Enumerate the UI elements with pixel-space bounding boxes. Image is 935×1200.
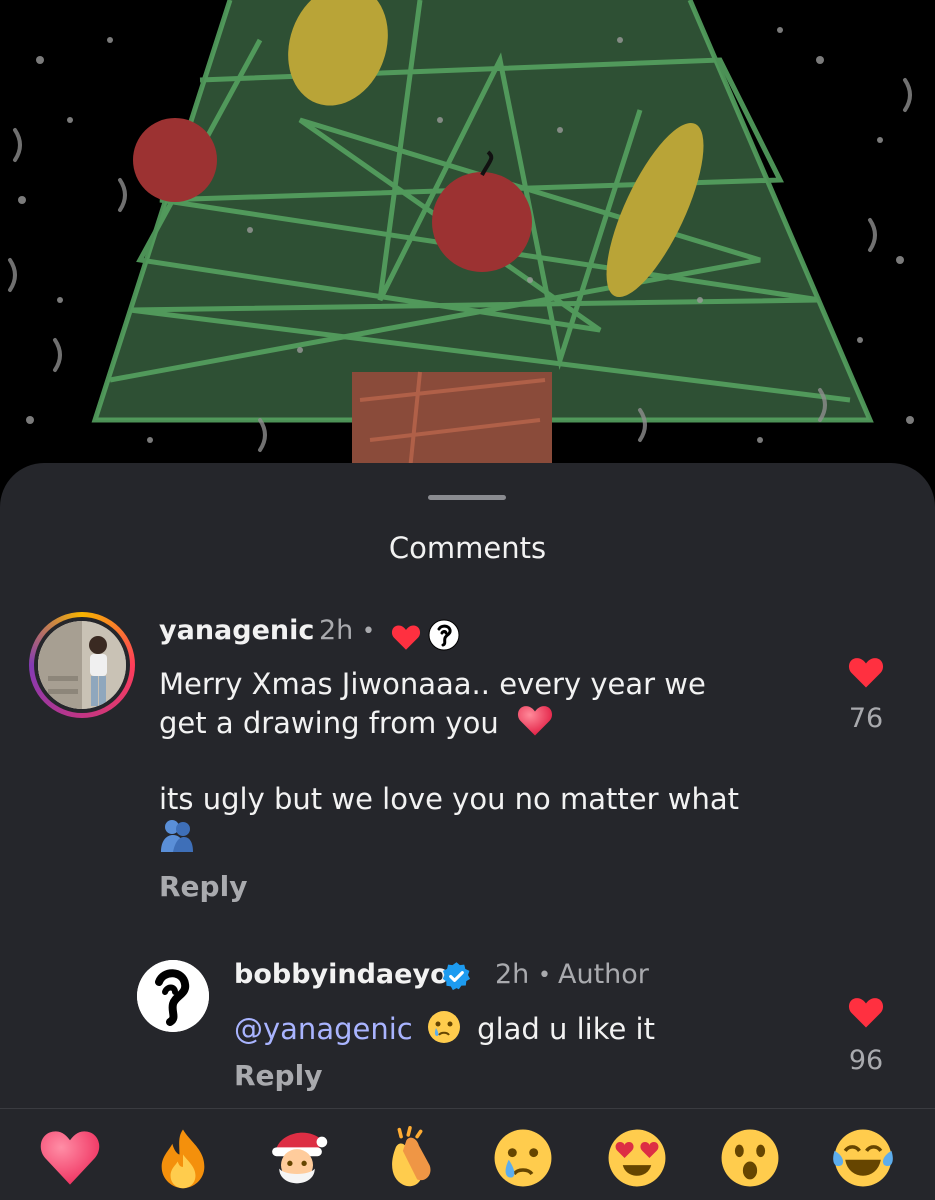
- comment-timestamp: 2h: [495, 959, 530, 990]
- separator-dot: •: [362, 619, 375, 644]
- comment-body: @yanagenic glad u like it: [234, 1009, 655, 1046]
- verified-badge-icon: [442, 962, 471, 991]
- comment-username[interactable]: yanagenic: [159, 615, 314, 646]
- comment-body: Merry Xmas Jiwonaaa.. every year we get …: [159, 666, 799, 863]
- avatar-bobbyindaeyo[interactable]: [137, 960, 209, 1032]
- heart-eyes-icon[interactable]: [602, 1123, 672, 1193]
- people-hugging-emoji-icon: [161, 820, 193, 852]
- heart-icon[interactable]: [35, 1123, 105, 1193]
- like-heart-icon[interactable]: [847, 655, 885, 689]
- surprised-face-icon[interactable]: [715, 1123, 785, 1193]
- sheet-drag-handle[interactable]: [428, 495, 506, 500]
- red-heart-emoji-icon: [517, 706, 552, 736]
- crying-face-emoji-icon: [427, 1011, 460, 1043]
- like-count: 96: [848, 1045, 884, 1076]
- reply-button[interactable]: Reply: [159, 870, 247, 903]
- comment-username[interactable]: bobbyindaeyo: [234, 959, 449, 990]
- comments-sheet: Comments yanagenic 2h • Merry Xmas Jiwon…: [0, 463, 935, 1200]
- mention-link[interactable]: @yanagenic: [234, 1012, 413, 1046]
- sheet-title: Comments: [388, 531, 547, 565]
- comment-text: glad u like it: [477, 1012, 655, 1046]
- avatar-yanagenic[interactable]: [29, 612, 135, 718]
- divider: [0, 1108, 935, 1109]
- tears-of-joy-icon[interactable]: [828, 1123, 898, 1193]
- comment-line-1: Merry Xmas Jiwonaaa.. every year we: [159, 667, 706, 701]
- reply-button[interactable]: Reply: [234, 1059, 322, 1092]
- post-drawing-image: [0, 0, 935, 480]
- clapping-hands-icon[interactable]: [375, 1123, 445, 1193]
- comment-line-3: its ugly but we love you no matter what: [159, 782, 739, 816]
- creator-liked-heart-icon: [391, 625, 421, 650]
- separator-dot: •: [538, 963, 551, 988]
- comment-timestamp: 2h: [319, 615, 354, 646]
- santa-icon[interactable]: [262, 1123, 332, 1193]
- comment-line-2: get a drawing from you: [159, 706, 499, 740]
- creator-avatar-icon: [428, 619, 460, 651]
- quick-reactions-bar: [0, 1123, 935, 1193]
- crying-face-icon[interactable]: [488, 1123, 558, 1193]
- fire-icon[interactable]: [148, 1123, 218, 1193]
- like-count: 76: [848, 703, 884, 734]
- like-heart-icon[interactable]: [847, 995, 885, 1029]
- author-label: Author: [558, 959, 649, 990]
